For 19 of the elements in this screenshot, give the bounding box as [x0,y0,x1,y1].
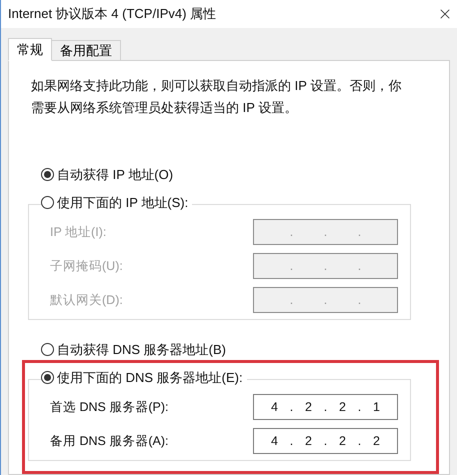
description-text: 如果网络支持此功能，则可以获取自动指派的 IP 设置。否则，你需要从网络系统管理员处获得适当的 IP 设置。 [31,77,402,117]
field-label: 默认网关(D): [50,292,123,309]
radio-label: 使用下面的 IP 地址(S): [57,194,188,212]
radio-label: 自动获得 DNS 服务器地址(B) [57,341,226,359]
ip-address-field[interactable]: 4 . 2 . 2 . 2 [253,428,398,454]
radio-label: 使用下面的 DNS 服务器地址(E): [57,368,243,387]
ip-address-field[interactable]: 4 . 2 . 2 . 1 [253,394,398,420]
tab[interactable]: 常规 [8,38,52,61]
field-label: IP 地址(I): [50,224,106,241]
radio-button[interactable] [41,343,54,356]
radio-button[interactable] [41,168,54,182]
field-label: 首选 DNS 服务器(P): [50,398,168,416]
tab[interactable]: 备用配置 [51,40,121,61]
radio-button[interactable] [41,370,54,384]
radio-button[interactable] [41,196,54,209]
field-label: 备用 DNS 服务器(A): [50,432,168,450]
radio-label: 自动获得 IP 地址(O) [57,166,174,184]
window-title: Internet 协议版本 4 (TCP/IPv4) 属性 [8,5,216,24]
field-label: 子网掩码(U): [50,258,123,275]
